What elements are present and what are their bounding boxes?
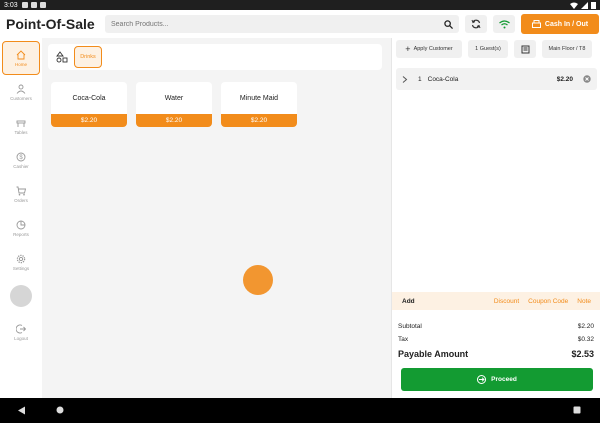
category-chip-drinks[interactable]: Drinks <box>74 46 102 68</box>
sidebar-item-label: Orders <box>14 197 28 203</box>
add-button[interactable]: Add <box>402 298 415 305</box>
plus-icon: + <box>405 44 411 54</box>
search-input[interactable] <box>111 20 444 28</box>
home-nav-icon[interactable] <box>56 406 64 414</box>
apply-customer-label: Apply Customer <box>413 46 453 52</box>
subtotal-label: Subtotal <box>398 323 422 330</box>
remove-item-icon[interactable] <box>583 75 591 83</box>
cash-in-out-label: Cash In / Out <box>544 20 589 28</box>
product-price: $2.20 <box>221 114 297 127</box>
product-card[interactable]: Water $2.20 <box>136 82 212 127</box>
product-name: Minute Maid <box>239 94 279 102</box>
sidebar-item-home[interactable]: Home <box>2 41 40 75</box>
tax-row: Tax $0.32 <box>398 333 594 346</box>
app-title: Point-Of-Sale <box>6 16 95 32</box>
cart-icon <box>16 186 26 195</box>
subtotal-value: $2.20 <box>577 323 594 330</box>
category-bar: Drinks <box>48 44 382 70</box>
sync-button[interactable] <box>465 15 487 33</box>
totals: Subtotal $2.20 Tax $0.32 Payable Amount … <box>398 320 594 362</box>
proceed-button[interactable]: Proceed <box>401 368 593 391</box>
product-card[interactable]: Coca-Cola $2.20 <box>51 82 127 127</box>
connection-status-button[interactable] <box>493 15 515 33</box>
cart-toolbar: + Apply Customer 1 Guest(s) Main Floor /… <box>396 40 592 58</box>
receipt-icon <box>521 45 529 53</box>
logout-icon <box>16 324 26 333</box>
avatar[interactable] <box>10 285 32 307</box>
cart-actions: Add Discount Coupon Code Note <box>392 292 600 310</box>
discount-button[interactable]: Discount <box>494 298 519 305</box>
sidebar-item-label: Settings <box>12 265 30 271</box>
arrow-circle-icon <box>477 375 487 384</box>
cart-item-name: Coca-Cola <box>427 75 459 83</box>
payable-value: $2.53 <box>571 349 594 359</box>
sidebar: Home Customers Tables $ Cashier Orders R… <box>0 38 42 398</box>
notification-icon <box>21 2 28 8</box>
notification-icon <box>39 2 46 8</box>
sidebar-item-reports[interactable]: Reports <box>2 211 40 245</box>
status-bar: 3:03 <box>0 0 600 10</box>
dollar-icon: $ <box>16 152 26 161</box>
search-bar[interactable] <box>105 15 459 33</box>
sidebar-item-orders[interactable]: Orders <box>2 177 40 211</box>
product-price: $2.20 <box>136 114 212 127</box>
cart-panel: + Apply Customer 1 Guest(s) Main Floor /… <box>391 38 600 398</box>
tax-value: $0.32 <box>577 336 594 343</box>
cash-in-out-button[interactable]: Cash In / Out <box>521 14 599 34</box>
home-icon <box>16 49 26 59</box>
sidebar-item-label: Customers <box>10 95 32 101</box>
product-name: Coca-Cola <box>72 94 106 102</box>
cart-item-price: $2.20 <box>556 75 573 83</box>
product-name: Water <box>164 94 184 102</box>
cart-item[interactable]: 1 Coca-Cola $2.20 <box>396 68 597 90</box>
apply-customer-button[interactable]: + Apply Customer <box>396 40 462 58</box>
notification-icon <box>30 2 37 8</box>
battery-icon <box>591 2 596 9</box>
cart-item-qty: 1 <box>418 75 422 83</box>
sidebar-item-settings[interactable]: Settings <box>2 245 40 279</box>
sidebar-item-logout[interactable]: Logout <box>2 315 40 349</box>
payable-label: Payable Amount <box>398 349 469 359</box>
sidebar-item-label: Home <box>14 61 27 67</box>
product-grid: Coca-Cola $2.20 Water $2.20 Minute Maid … <box>51 82 297 127</box>
notification-icons <box>21 2 46 8</box>
sidebar-item-label: Logout <box>14 335 28 341</box>
product-area: Drinks Coca-Cola $2.20 Water $2.20 Minut… <box>42 38 390 398</box>
pie-chart-icon <box>16 220 26 229</box>
sidebar-item-tables[interactable]: Tables <box>2 109 40 143</box>
app-header: Point-Of-Sale Cash In / Out <box>0 10 600 38</box>
sidebar-item-label: Reports <box>13 231 29 237</box>
receipt-button[interactable] <box>514 40 536 58</box>
user-icon <box>16 84 26 94</box>
note-button[interactable]: Note <box>577 298 591 305</box>
payable-row: Payable Amount $2.53 <box>398 346 594 362</box>
product-price: $2.20 <box>51 114 127 127</box>
recents-icon[interactable] <box>573 406 581 414</box>
table-icon <box>16 120 26 127</box>
shapes-icon[interactable] <box>56 51 68 63</box>
system-nav-bar <box>0 398 600 423</box>
product-card[interactable]: Minute Maid $2.20 <box>221 82 297 127</box>
sidebar-item-cashier[interactable]: $ Cashier <box>2 143 40 177</box>
gear-icon <box>16 254 26 263</box>
cash-register-icon <box>531 20 541 28</box>
guests-button[interactable]: 1 Guest(s) <box>468 40 508 58</box>
floor-table-button[interactable]: Main Floor / T8 <box>542 40 592 58</box>
sync-icon <box>471 19 481 29</box>
chevron-right-icon[interactable] <box>402 75 408 83</box>
status-time: 3:03 <box>4 1 18 9</box>
sidebar-item-customers[interactable]: Customers <box>2 75 40 109</box>
wifi-icon <box>498 19 510 28</box>
search-icon[interactable] <box>444 19 453 29</box>
proceed-label: Proceed <box>491 376 517 383</box>
coupon-code-button[interactable]: Coupon Code <box>528 298 568 305</box>
tax-label: Tax <box>398 336 409 343</box>
back-icon[interactable] <box>17 406 26 415</box>
cell-signal-icon <box>581 1 588 9</box>
touch-indicator <box>243 265 273 295</box>
sidebar-item-label: Tables <box>14 129 28 135</box>
wifi-signal-icon <box>570 2 578 9</box>
sidebar-item-label: Cashier <box>13 163 29 169</box>
subtotal-row: Subtotal $2.20 <box>398 320 594 333</box>
